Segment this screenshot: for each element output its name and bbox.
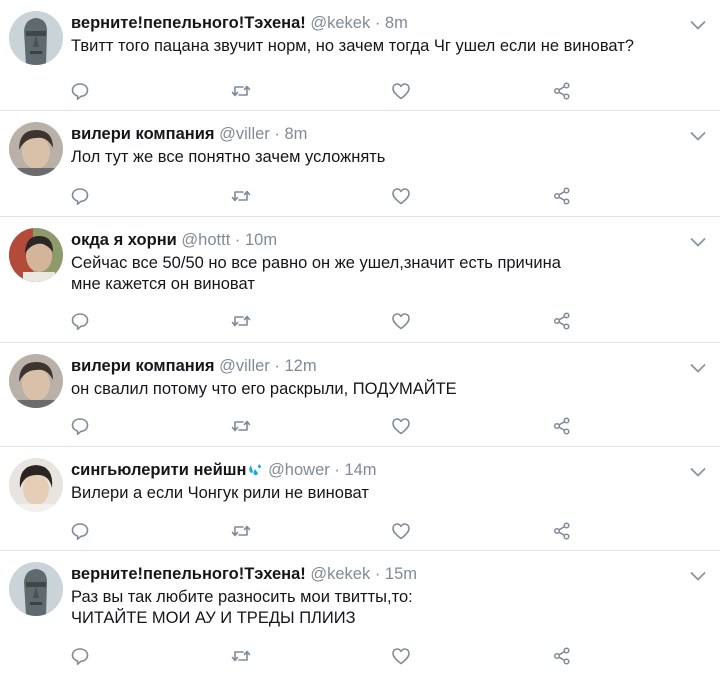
user-handle[interactable]: @hower — [268, 461, 330, 479]
tweet-text: он свалил потому что его раскрыли, ПОДУМ… — [71, 379, 691, 400]
action-bar — [0, 415, 720, 437]
avatar[interactable] — [9, 228, 63, 282]
share-icon[interactable] — [551, 185, 573, 207]
tweet-text-line: Вилери а если Чонгук рили не виноват — [71, 484, 369, 502]
retweet-icon[interactable] — [230, 185, 252, 207]
chevron-down-icon[interactable] — [690, 20, 706, 30]
tweet-text-line: Раз вы так любите разносить мои твитты,т… — [71, 588, 413, 606]
tweet-text-line: Твитт того пацана звучит норм, но зачем … — [71, 37, 634, 55]
avatar[interactable] — [9, 458, 63, 512]
like-icon[interactable] — [390, 645, 412, 667]
share-icon[interactable] — [551, 80, 573, 102]
like-icon[interactable] — [390, 415, 412, 437]
user-handle[interactable]: @viller — [219, 125, 270, 143]
separator-dot: · — [274, 357, 280, 375]
person-avatar-icon — [9, 122, 63, 176]
retweet-icon[interactable] — [230, 310, 252, 332]
tweet[interactable]: вилери компания @viller · 12m он свалил … — [0, 343, 720, 446]
like-icon[interactable] — [390, 310, 412, 332]
separator-dot: · — [334, 461, 340, 479]
avatar[interactable] — [9, 562, 63, 616]
tweet-text-line: Сейчас все 50/50 но все равно он же ушел… — [71, 254, 561, 272]
reply-icon[interactable] — [69, 415, 91, 437]
chevron-down-icon[interactable] — [690, 467, 706, 477]
timestamp[interactable]: 15m — [385, 565, 417, 583]
retweet-icon[interactable] — [230, 520, 252, 542]
timestamp[interactable]: 14m — [344, 461, 376, 479]
avatar[interactable] — [9, 354, 63, 408]
tweet-text: Лол тут же все понятно зачем усложнять — [71, 147, 691, 168]
timestamp[interactable]: 8m — [385, 14, 408, 32]
share-icon[interactable] — [551, 415, 573, 437]
display-name[interactable]: сингьюлерити нейшн — [71, 461, 246, 479]
user-handle[interactable]: @hottt — [181, 231, 230, 249]
separator-dot: · — [234, 231, 241, 249]
tweet[interactable]: вилери компания @viller · 8m Лол тут же … — [0, 111, 720, 216]
display-name[interactable]: окда я хорни — [71, 231, 177, 249]
chevron-down-icon[interactable] — [690, 363, 706, 373]
reply-icon[interactable] — [69, 185, 91, 207]
share-icon[interactable] — [551, 645, 573, 667]
tweet-header: верните!пепельного!Тэхена! @kekek · 15m — [71, 563, 417, 585]
timestamp[interactable]: 10m — [245, 231, 277, 249]
display-name[interactable]: вилери компания — [71, 357, 215, 375]
share-icon[interactable] — [551, 310, 573, 332]
moai-avatar-icon — [9, 562, 63, 616]
tweet[interactable]: верните!пепельного!Тэхена! @kekek · 15m … — [0, 551, 720, 678]
like-icon[interactable] — [390, 185, 412, 207]
tweet[interactable]: сингьюлерити нейшн @hower · 14m Вилери а… — [0, 447, 720, 550]
share-icon[interactable] — [551, 520, 573, 542]
tweet-text: Вилери а если Чонгук рили не виноват — [71, 483, 691, 504]
person-avatar-icon — [9, 458, 63, 512]
display-name[interactable]: верните!пепельного!Тэхена! — [71, 14, 306, 32]
reply-icon[interactable] — [69, 310, 91, 332]
action-bar — [0, 80, 720, 102]
tweet-text-line: ЧИТАЙТЕ МОИ АУ И ТРЕДЫ ПЛИИЗ — [71, 609, 356, 627]
tweet-text-line: Лол тут же все понятно зачем усложнять — [71, 148, 386, 166]
action-bar — [0, 310, 720, 332]
tweet-text: Раз вы так любите разносить мои твитты,т… — [71, 587, 691, 629]
separator-dot: · — [374, 565, 381, 583]
tweet-header: верните!пепельного!Тэхена! @kekek · 8m — [71, 12, 408, 34]
retweet-icon[interactable] — [230, 645, 252, 667]
retweet-icon[interactable] — [230, 415, 252, 437]
tweet[interactable]: окда я хорни @hottt · 10m Сейчас все 50/… — [0, 217, 720, 342]
like-icon[interactable] — [390, 520, 412, 542]
chevron-down-icon[interactable] — [690, 237, 706, 247]
timestamp[interactable]: 12m — [284, 357, 316, 375]
separator-dot: · — [374, 14, 381, 32]
moai-avatar-icon — [9, 11, 63, 65]
tweet-text: Твитт того пацана звучит норм, но зачем … — [71, 36, 691, 57]
chevron-down-icon[interactable] — [690, 131, 706, 141]
reply-icon[interactable] — [69, 520, 91, 542]
display-name[interactable]: верните!пепельного!Тэхена! — [71, 565, 306, 583]
tweet-header: вилери компания @viller · 12m — [71, 355, 317, 377]
retweet-icon[interactable] — [230, 80, 252, 102]
reply-icon[interactable] — [69, 645, 91, 667]
person-avatar-icon — [9, 228, 63, 282]
display-name[interactable]: вилери компания — [71, 125, 215, 143]
like-icon[interactable] — [390, 80, 412, 102]
timestamp[interactable]: 8m — [284, 125, 307, 143]
reply-icon[interactable] — [69, 80, 91, 102]
chevron-down-icon[interactable] — [690, 571, 706, 581]
user-handle[interactable]: @kekek — [310, 565, 370, 583]
tweet-header: вилери компания @viller · 8m — [71, 123, 307, 145]
tweet-text-line: мне кажется он виноват — [71, 275, 255, 293]
water-droplets-icon — [249, 464, 262, 476]
tweet-text: Сейчас все 50/50 но все равно он же ушел… — [71, 253, 691, 295]
separator-dot: · — [274, 125, 280, 143]
tweet-text-line: он свалил потому что его раскрыли, ПОДУМ… — [71, 380, 457, 398]
tweet-header: окда я хорни @hottt · 10m — [71, 229, 277, 251]
tweet-header: сингьюлерити нейшн @hower · 14m — [71, 459, 377, 481]
action-bar — [0, 185, 720, 207]
user-handle[interactable]: @viller — [219, 357, 270, 375]
avatar[interactable] — [9, 11, 63, 65]
user-handle[interactable]: @kekek — [310, 14, 370, 32]
action-bar — [0, 520, 720, 542]
person-avatar-icon — [9, 354, 63, 408]
tweet[interactable]: верните!пепельного!Тэхена! @kekek · 8m Т… — [0, 0, 720, 110]
avatar[interactable] — [9, 122, 63, 176]
action-bar — [0, 645, 720, 667]
